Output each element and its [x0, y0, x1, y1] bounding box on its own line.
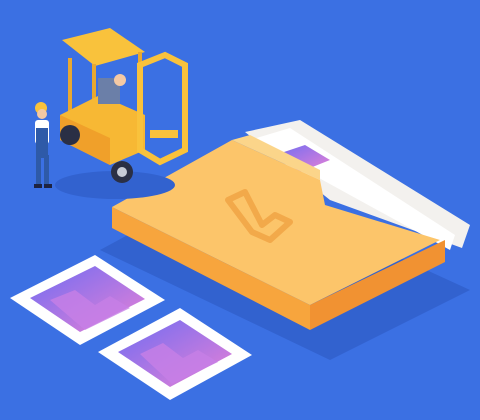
illustration	[10, 28, 470, 400]
forklift-icon	[55, 28, 188, 199]
worker-icon	[34, 102, 52, 188]
